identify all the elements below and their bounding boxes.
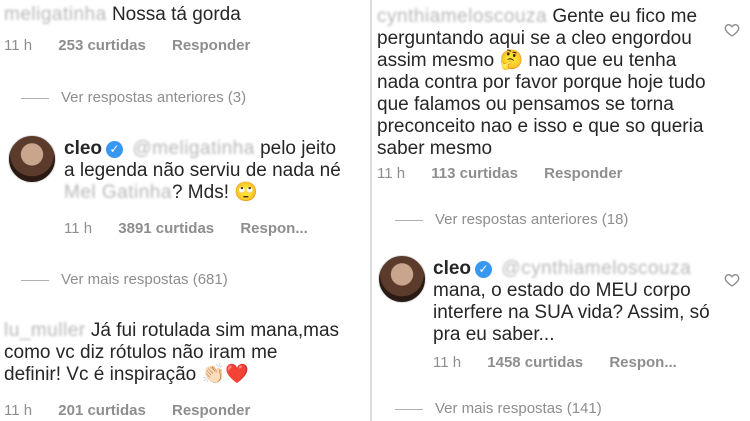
mention-blurred[interactable]: Mel Gatinha — [64, 182, 172, 204]
comment-text: que falamos ou pensamos se torna — [377, 94, 674, 115]
reply-button[interactable]: Responder — [544, 165, 622, 182]
comment-text: assim mesmo 🤔 nao que eu tenha — [377, 50, 677, 71]
avatar[interactable] — [8, 135, 56, 183]
view-more-replies[interactable]: Ver mais respostas (681) — [21, 271, 228, 288]
comment: cynthiameloscouza Gente eu fico me pergu… — [377, 6, 717, 160]
comment-text: Gente eu fico me — [552, 6, 698, 27]
timestamp: 11 h — [377, 165, 406, 182]
timestamp: 11 h — [4, 402, 33, 419]
comment-text: Já fui rotulada sim mana,mas — [90, 320, 340, 341]
comment-text: Nossa tá gorda — [111, 4, 241, 25]
cleo-reply: cleo ✓ @cynthiameloscouza mana, o estado … — [433, 258, 723, 346]
reply-button[interactable]: Responder — [172, 402, 250, 419]
comment-text: preconceito nao e isso e que so queria — [377, 116, 704, 137]
comment-meta: 11 h 1458 curtidas Respon... — [433, 354, 677, 371]
username-blurred[interactable]: meligatinha — [4, 4, 107, 26]
likes-count[interactable]: 1458 curtidas — [487, 354, 583, 371]
cleo-reply: cleo ✓ @meligatinha pelo jeito a legenda … — [64, 138, 364, 204]
comment-text: como vc diz rótulos não iram me — [4, 342, 278, 363]
reply-text: pelo jeito — [260, 138, 337, 159]
verified-badge-icon: ✓ — [106, 141, 124, 158]
view-previous-replies[interactable]: Ver respostas anteriores (18) — [395, 211, 628, 228]
likes-count[interactable]: 201 curtidas — [58, 402, 146, 419]
comment-meta: 11 h 113 curtidas Responder — [377, 165, 623, 182]
replies-line — [21, 97, 49, 99]
replies-line — [21, 279, 49, 281]
reply-text: mana, o estado do MEU corpo — [433, 280, 691, 301]
view-previous-replies-label: Ver respostas anteriores (18) — [435, 211, 629, 228]
view-more-replies[interactable]: Ver mais respostas (141) — [395, 400, 602, 417]
reply-text: ? Mds! 🙄 — [171, 182, 258, 203]
verified-badge-icon: ✓ — [475, 261, 493, 278]
comment-text: saber mesmo — [377, 138, 493, 159]
mention-blurred[interactable]: @cynthiameloscouza — [501, 258, 691, 280]
comment: meligatinha Nossa tá gorda — [4, 4, 241, 26]
likes-count[interactable]: 253 curtidas — [58, 37, 146, 54]
username-blurred[interactable]: lu_muller — [4, 320, 86, 342]
avatar[interactable] — [378, 255, 426, 303]
view-more-replies-label: Ver mais respostas (141) — [435, 400, 602, 417]
username[interactable]: cleo — [64, 138, 102, 159]
likes-count[interactable]: 3891 curtidas — [118, 220, 214, 237]
view-previous-replies-label: Ver respostas anteriores (3) — [61, 89, 247, 106]
likes-count[interactable]: 113 curtidas — [431, 165, 518, 182]
reply-button[interactable]: Responder — [172, 37, 250, 54]
reply-button[interactable]: Respon... — [240, 220, 308, 237]
reply-text: interfere na SUA vida? Assim, só — [433, 302, 710, 323]
reply-button[interactable]: Respon... — [609, 354, 677, 371]
comment-text: definir! Vc é inspiração 👏🏻❤️ — [4, 364, 249, 385]
reply-text: pra eu saber... — [433, 324, 555, 345]
mention-blurred[interactable]: @meligatinha — [132, 138, 254, 160]
comment-meta: 11 h 201 curtidas Responder — [4, 402, 250, 419]
username-blurred[interactable]: cynthiameloscouza — [377, 6, 547, 28]
left-screenshot-panel: meligatinha Nossa tá gorda 11 h 253 curt… — [0, 0, 371, 421]
timestamp: 11 h — [64, 220, 93, 237]
timestamp: 11 h — [433, 354, 462, 371]
replies-line — [395, 408, 423, 410]
comment-meta: 11 h 3891 curtidas Respon... — [64, 220, 308, 237]
view-previous-replies[interactable]: Ver respostas anteriores (3) — [21, 89, 246, 106]
reply-text: a legenda não serviu de nada né — [64, 160, 341, 181]
replies-line — [395, 219, 423, 221]
right-screenshot-panel: cynthiameloscouza Gente eu fico me pergu… — [371, 0, 750, 421]
heart-icon[interactable] — [724, 272, 740, 288]
comment-text: nada contra por favor porque hoje tudo — [377, 72, 706, 93]
view-more-replies-label: Ver mais respostas (681) — [61, 271, 228, 288]
comment-meta: 11 h 253 curtidas Responder — [4, 37, 250, 54]
heart-icon[interactable] — [724, 22, 740, 38]
timestamp: 11 h — [4, 37, 33, 54]
comment-text: perguntando aqui se a cleo engordou — [377, 28, 692, 49]
comment: lu_muller Já fui rotulada sim mana,mas c… — [4, 320, 366, 386]
username[interactable]: cleo — [433, 258, 471, 279]
